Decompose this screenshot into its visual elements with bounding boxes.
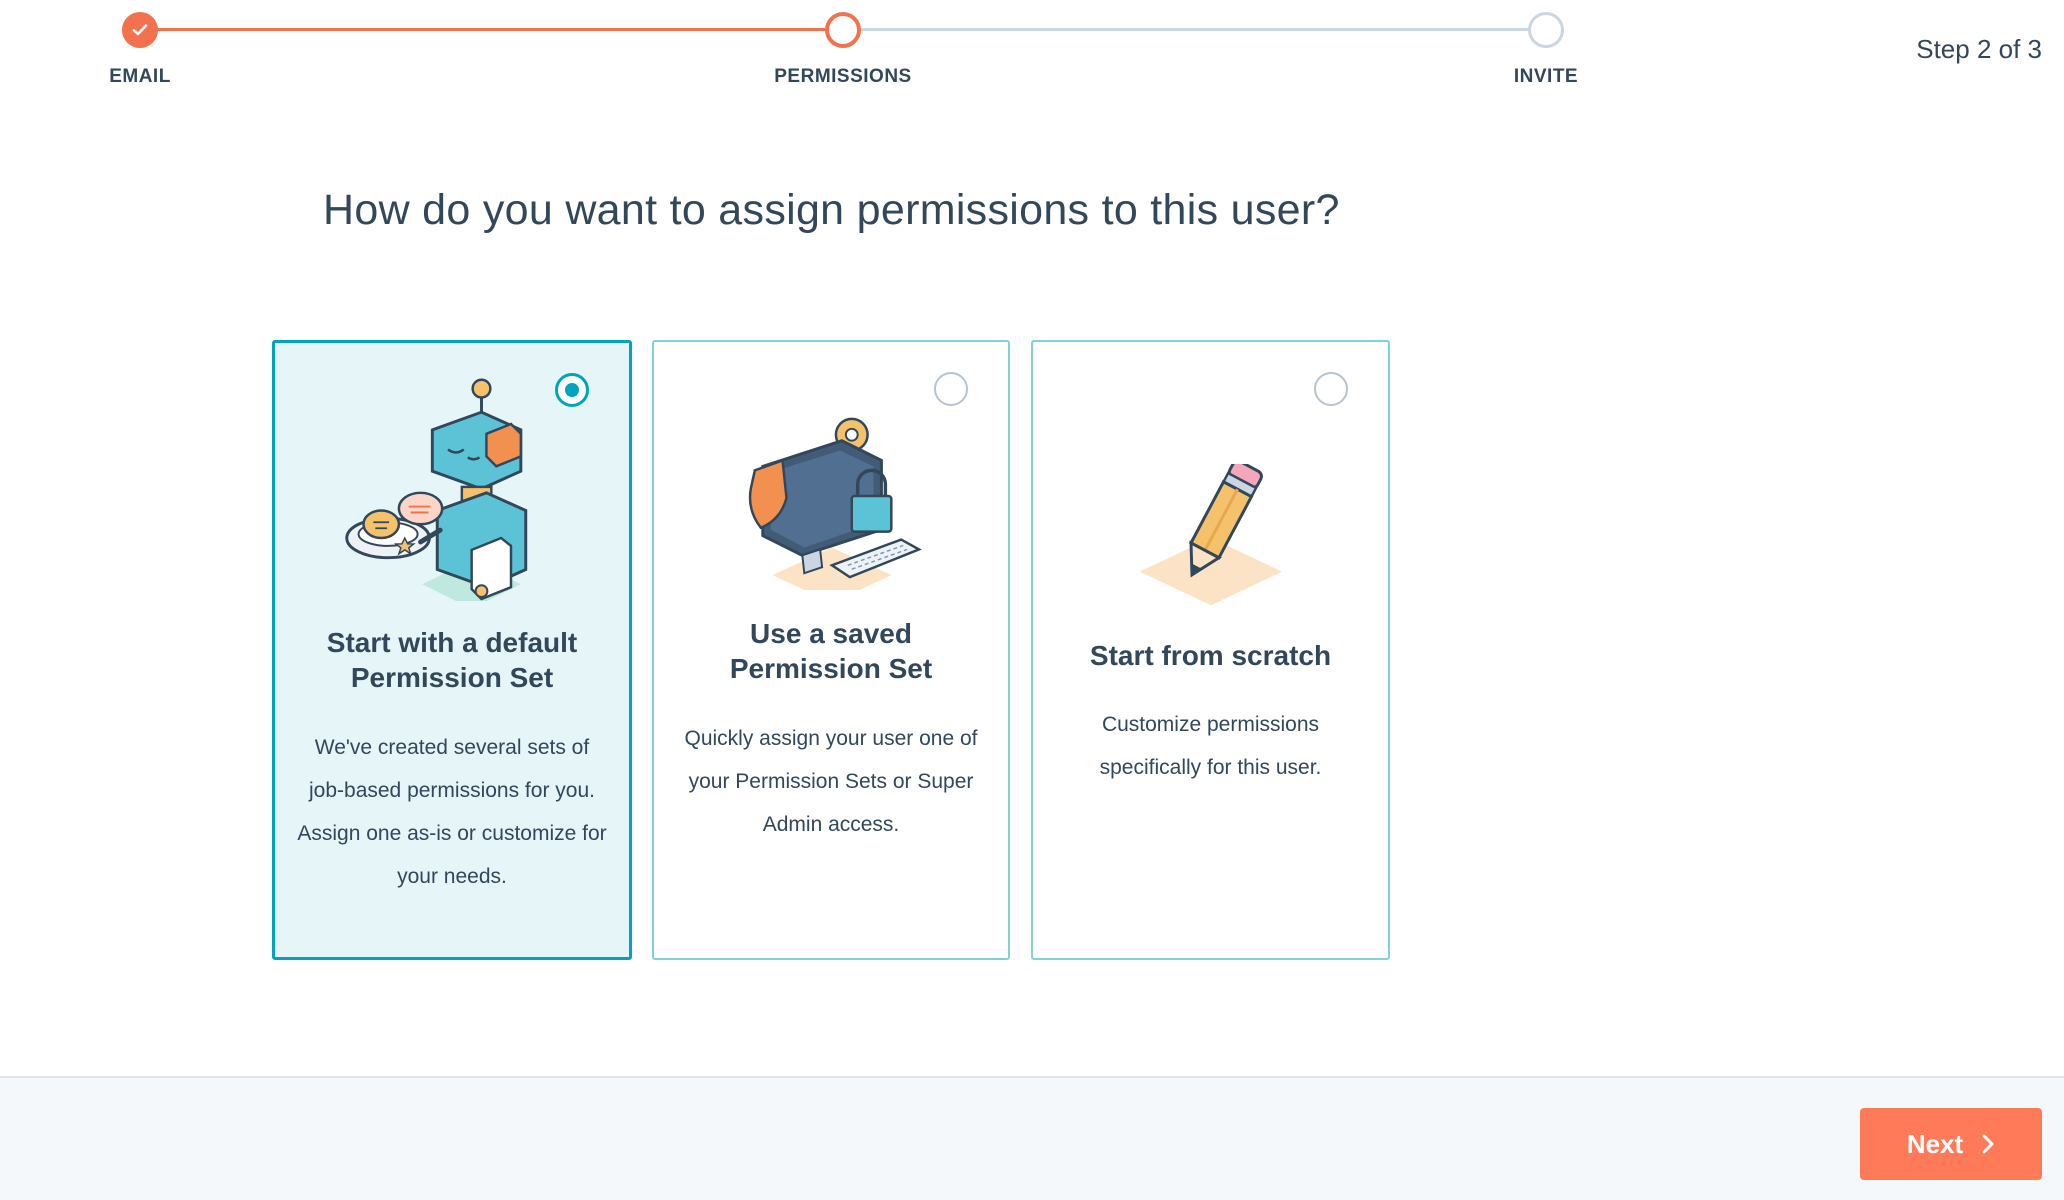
- next-button-label: Next: [1906, 1128, 1964, 1159]
- option-title-saved: Use a saved Permission Set: [729, 618, 933, 684]
- progress-stepper: EMAIL PERMISSIONS INVITE Step 2 of 3: [0, 0, 2064, 110]
- option-description-default: We've created several sets of job-based …: [297, 736, 607, 888]
- option-radio-scratch[interactable]: [1314, 372, 1348, 406]
- computer-lock-illustration: [748, 417, 922, 590]
- option-description-scratch: Customize permissions specifically for t…: [1099, 713, 1322, 779]
- robot-waiter-illustration: [345, 378, 528, 601]
- option-card-saved-permission-set[interactable]: Use a saved Permission Set Quickly assig…: [652, 340, 1010, 960]
- option-card-start-from-scratch[interactable]: Start from scratch Customize permissions…: [1031, 340, 1390, 960]
- next-button[interactable]: Next: [1860, 1108, 2042, 1180]
- step-invite-pending-dot: [1528, 12, 1564, 48]
- step-permissions-current-dot: [825, 12, 861, 48]
- pencil-illustration: [1139, 464, 1283, 606]
- step-label-permissions: PERMISSIONS: [774, 66, 912, 87]
- step-email-complete-dot[interactable]: [122, 12, 158, 48]
- footer-bar: Next: [0, 1076, 2064, 1200]
- page-title: How do you want to assign permissions to…: [323, 186, 1340, 234]
- option-description-saved: Quickly assign your user one of your Per…: [684, 727, 978, 836]
- chevron-right-icon: [1982, 1134, 1994, 1154]
- step-label-invite: INVITE: [1513, 66, 1579, 87]
- checkmark-icon: [132, 24, 148, 36]
- option-title-scratch: Start from scratch: [1089, 640, 1332, 671]
- stepper-track-pending: [843, 28, 1546, 31]
- option-card-default-permission-set[interactable]: Start with a default Permission Set We'v…: [272, 340, 632, 960]
- option-title-default: Start with a default Permission Set: [326, 627, 578, 693]
- step-label-email: EMAIL: [109, 66, 171, 87]
- stepper-track-complete: [140, 28, 843, 31]
- option-radio-saved[interactable]: [934, 372, 968, 406]
- step-counter: Step 2 of 3: [1916, 34, 2042, 64]
